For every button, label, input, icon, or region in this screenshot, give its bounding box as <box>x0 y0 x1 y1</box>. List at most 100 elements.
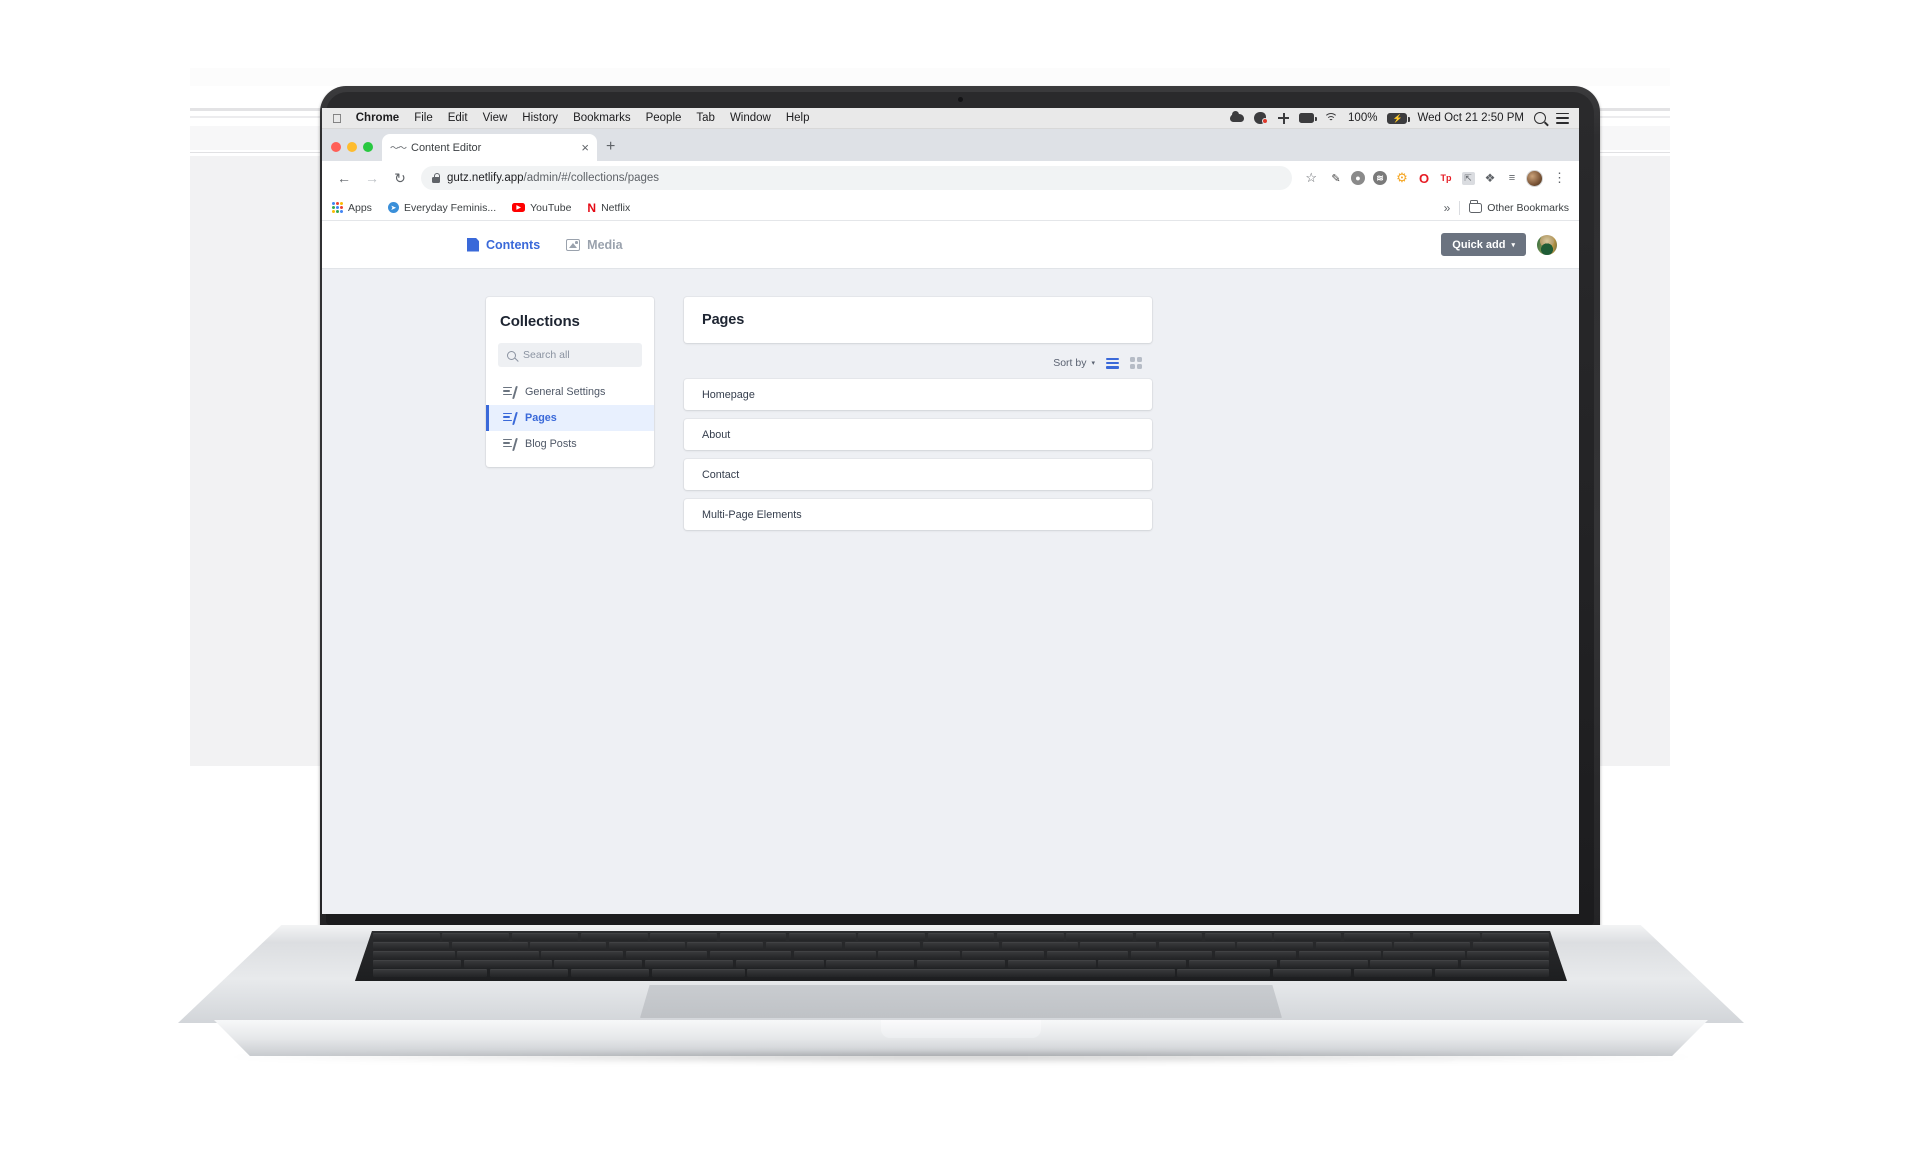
menu-bookmarks[interactable]: Bookmarks <box>573 112 631 124</box>
menu-file[interactable]: File <box>414 112 433 124</box>
shield-extension-icon[interactable]: ● <box>1350 170 1366 186</box>
browser-tab[interactable]: 〜〜 Content Editor × <box>382 134 597 161</box>
box-extension-icon[interactable]: ⇱ <box>1460 170 1476 186</box>
app-header: Contents Media Quick add ▾ <box>322 221 1579 269</box>
sidebar-item-label: Blog Posts <box>525 438 577 450</box>
gear-extension-icon[interactable]: ⚙ <box>1394 170 1410 186</box>
avatar[interactable] <box>1537 234 1557 255</box>
sort-by-label: Sort by <box>1053 357 1087 369</box>
sidebar-item-general-settings[interactable]: General Settings <box>486 379 654 405</box>
entry-label: About <box>702 428 731 441</box>
divider <box>1459 200 1461 215</box>
chrome-profile-avatar[interactable] <box>1526 169 1543 187</box>
apps-grid-icon <box>332 202 343 213</box>
list-item[interactable]: Homepage <box>684 379 1152 410</box>
sort-by-dropdown[interactable]: Sort by ▾ <box>1053 357 1095 369</box>
battery-charging-icon[interactable]: ⚡ <box>1387 112 1410 124</box>
collections-title: Collections <box>500 313 580 330</box>
xcode-icon[interactable] <box>1278 112 1290 124</box>
sidebar-item-pages[interactable]: Pages <box>486 405 654 431</box>
app-tabs: Contents Media <box>467 237 623 252</box>
list-item[interactable]: Multi-Page Elements <box>684 499 1152 530</box>
extensions-area: ✎ ● ≋ ⚙ O Tp ⇱ ❖ ≡ ⋮ <box>1324 169 1570 187</box>
wave-extension-icon[interactable]: ≋ <box>1372 170 1388 186</box>
url-domain: gutz.netlify.app <box>447 172 524 184</box>
laptop-base <box>178 925 1744 1065</box>
netlify-cms-app: Contents Media Quick add ▾ Collections S… <box>322 221 1579 913</box>
bookmark-label: Netflix <box>601 201 631 214</box>
keyboard <box>354 931 1568 981</box>
window-traffic-lights <box>331 142 373 161</box>
other-bookmarks-folder[interactable]: Other Bookmarks <box>1469 200 1569 214</box>
sidebar-item-blog-posts[interactable]: Blog Posts <box>486 431 654 457</box>
typography-extension-icon[interactable]: Tp <box>1438 170 1454 186</box>
minimize-window-button[interactable] <box>347 142 357 152</box>
menu-view[interactable]: View <box>483 112 508 124</box>
back-button[interactable]: ← <box>331 165 357 191</box>
wifi-icon[interactable] <box>1324 113 1339 123</box>
eyedropper-extension-icon[interactable]: ✎ <box>1328 170 1344 186</box>
quick-add-button[interactable]: Quick add ▾ <box>1441 233 1526 256</box>
apple-logo-icon[interactable]:  <box>332 112 342 125</box>
bookmark-everyday-feminism[interactable]: ➤ Everyday Feminis... <box>387 202 496 214</box>
bookmarks-overflow-button[interactable]: » <box>1444 201 1451 215</box>
browser-tab-strip: 〜〜 Content Editor × + <box>322 129 1579 161</box>
youtube-icon: ▶ <box>512 203 526 212</box>
screen-record-icon[interactable] <box>1254 112 1269 124</box>
page-title: Pages <box>702 312 745 328</box>
close-window-button[interactable] <box>331 142 341 152</box>
sidebar-item-label: Pages <box>525 412 557 424</box>
url-text: gutz.netlify.app/admin/#/collections/pag… <box>447 172 659 184</box>
battery-icon[interactable] <box>1299 113 1317 123</box>
macos-menu-bar:  Chrome File Edit View History Bookmark… <box>322 108 1579 129</box>
chevron-down-icon: ▾ <box>1511 241 1515 249</box>
spotlight-search-icon[interactable] <box>1534 112 1546 124</box>
sidebar-item-label: General Settings <box>525 386 606 398</box>
menu-window[interactable]: Window <box>730 112 771 124</box>
battery-percent-label: 100% <box>1348 112 1378 124</box>
control-center-icon[interactable] <box>1556 112 1569 124</box>
bookmark-star-icon[interactable]: ☆ <box>1300 170 1322 186</box>
tab-close-icon[interactable]: × <box>581 141 589 154</box>
opera-extension-icon[interactable]: O <box>1416 170 1432 186</box>
trackpad <box>639 985 1283 1018</box>
laptop-shadow <box>224 1051 1697 1063</box>
bookmark-apps[interactable]: Apps <box>332 202 372 214</box>
bookmarks-bar-right: » Other Bookmarks <box>1444 200 1569 215</box>
maximize-window-button[interactable] <box>363 142 373 152</box>
tab-label: Media <box>587 237 623 252</box>
list-item[interactable]: Contact <box>684 459 1152 490</box>
menu-tab[interactable]: Tab <box>696 112 715 124</box>
compass-icon: ➤ <box>387 202 399 213</box>
list-item[interactable]: About <box>684 419 1152 450</box>
cloud-icon[interactable] <box>1230 111 1245 122</box>
app-header-actions: Quick add ▾ <box>1441 233 1557 256</box>
chevron-down-icon: ▾ <box>1091 360 1095 367</box>
tab-contents[interactable]: Contents <box>467 237 540 252</box>
forward-button[interactable]: → <box>359 165 385 191</box>
menu-people[interactable]: People <box>646 112 682 124</box>
chrome-menu-icon[interactable]: ⋮ <box>1549 170 1570 186</box>
grid-view-icon[interactable] <box>1130 357 1142 369</box>
collection-toolbar: Sort by ▾ <box>684 347 1152 379</box>
reload-button[interactable]: ↻ <box>387 165 413 191</box>
search-wrapper <box>486 343 654 379</box>
bookmark-netflix[interactable]: N Netflix <box>587 202 630 214</box>
new-tab-button[interactable]: + <box>597 139 624 161</box>
entry-label: Contact <box>702 468 740 481</box>
search-field[interactable] <box>498 343 642 367</box>
search-input[interactable] <box>523 349 633 361</box>
menu-history[interactable]: History <box>522 112 558 124</box>
collection-icon <box>503 411 518 425</box>
bookmark-youtube[interactable]: ▶ YouTube <box>512 202 571 214</box>
laptop-mockup:  Chrome File Edit View History Bookmark… <box>0 0 1920 1161</box>
clock-label[interactable]: Wed Oct 21 2:50 PM <box>1417 112 1524 124</box>
menu-edit[interactable]: Edit <box>448 112 468 124</box>
tab-media[interactable]: Media <box>566 237 623 252</box>
address-bar[interactable]: gutz.netlify.app/admin/#/collections/pag… <box>421 166 1293 190</box>
puzzle-extension-icon[interactable]: ❖ <box>1482 170 1498 186</box>
reading-list-extension-icon[interactable]: ≡ <box>1504 170 1520 186</box>
list-view-icon[interactable] <box>1106 357 1119 369</box>
menu-chrome[interactable]: Chrome <box>356 112 399 124</box>
menu-help[interactable]: Help <box>786 112 810 124</box>
